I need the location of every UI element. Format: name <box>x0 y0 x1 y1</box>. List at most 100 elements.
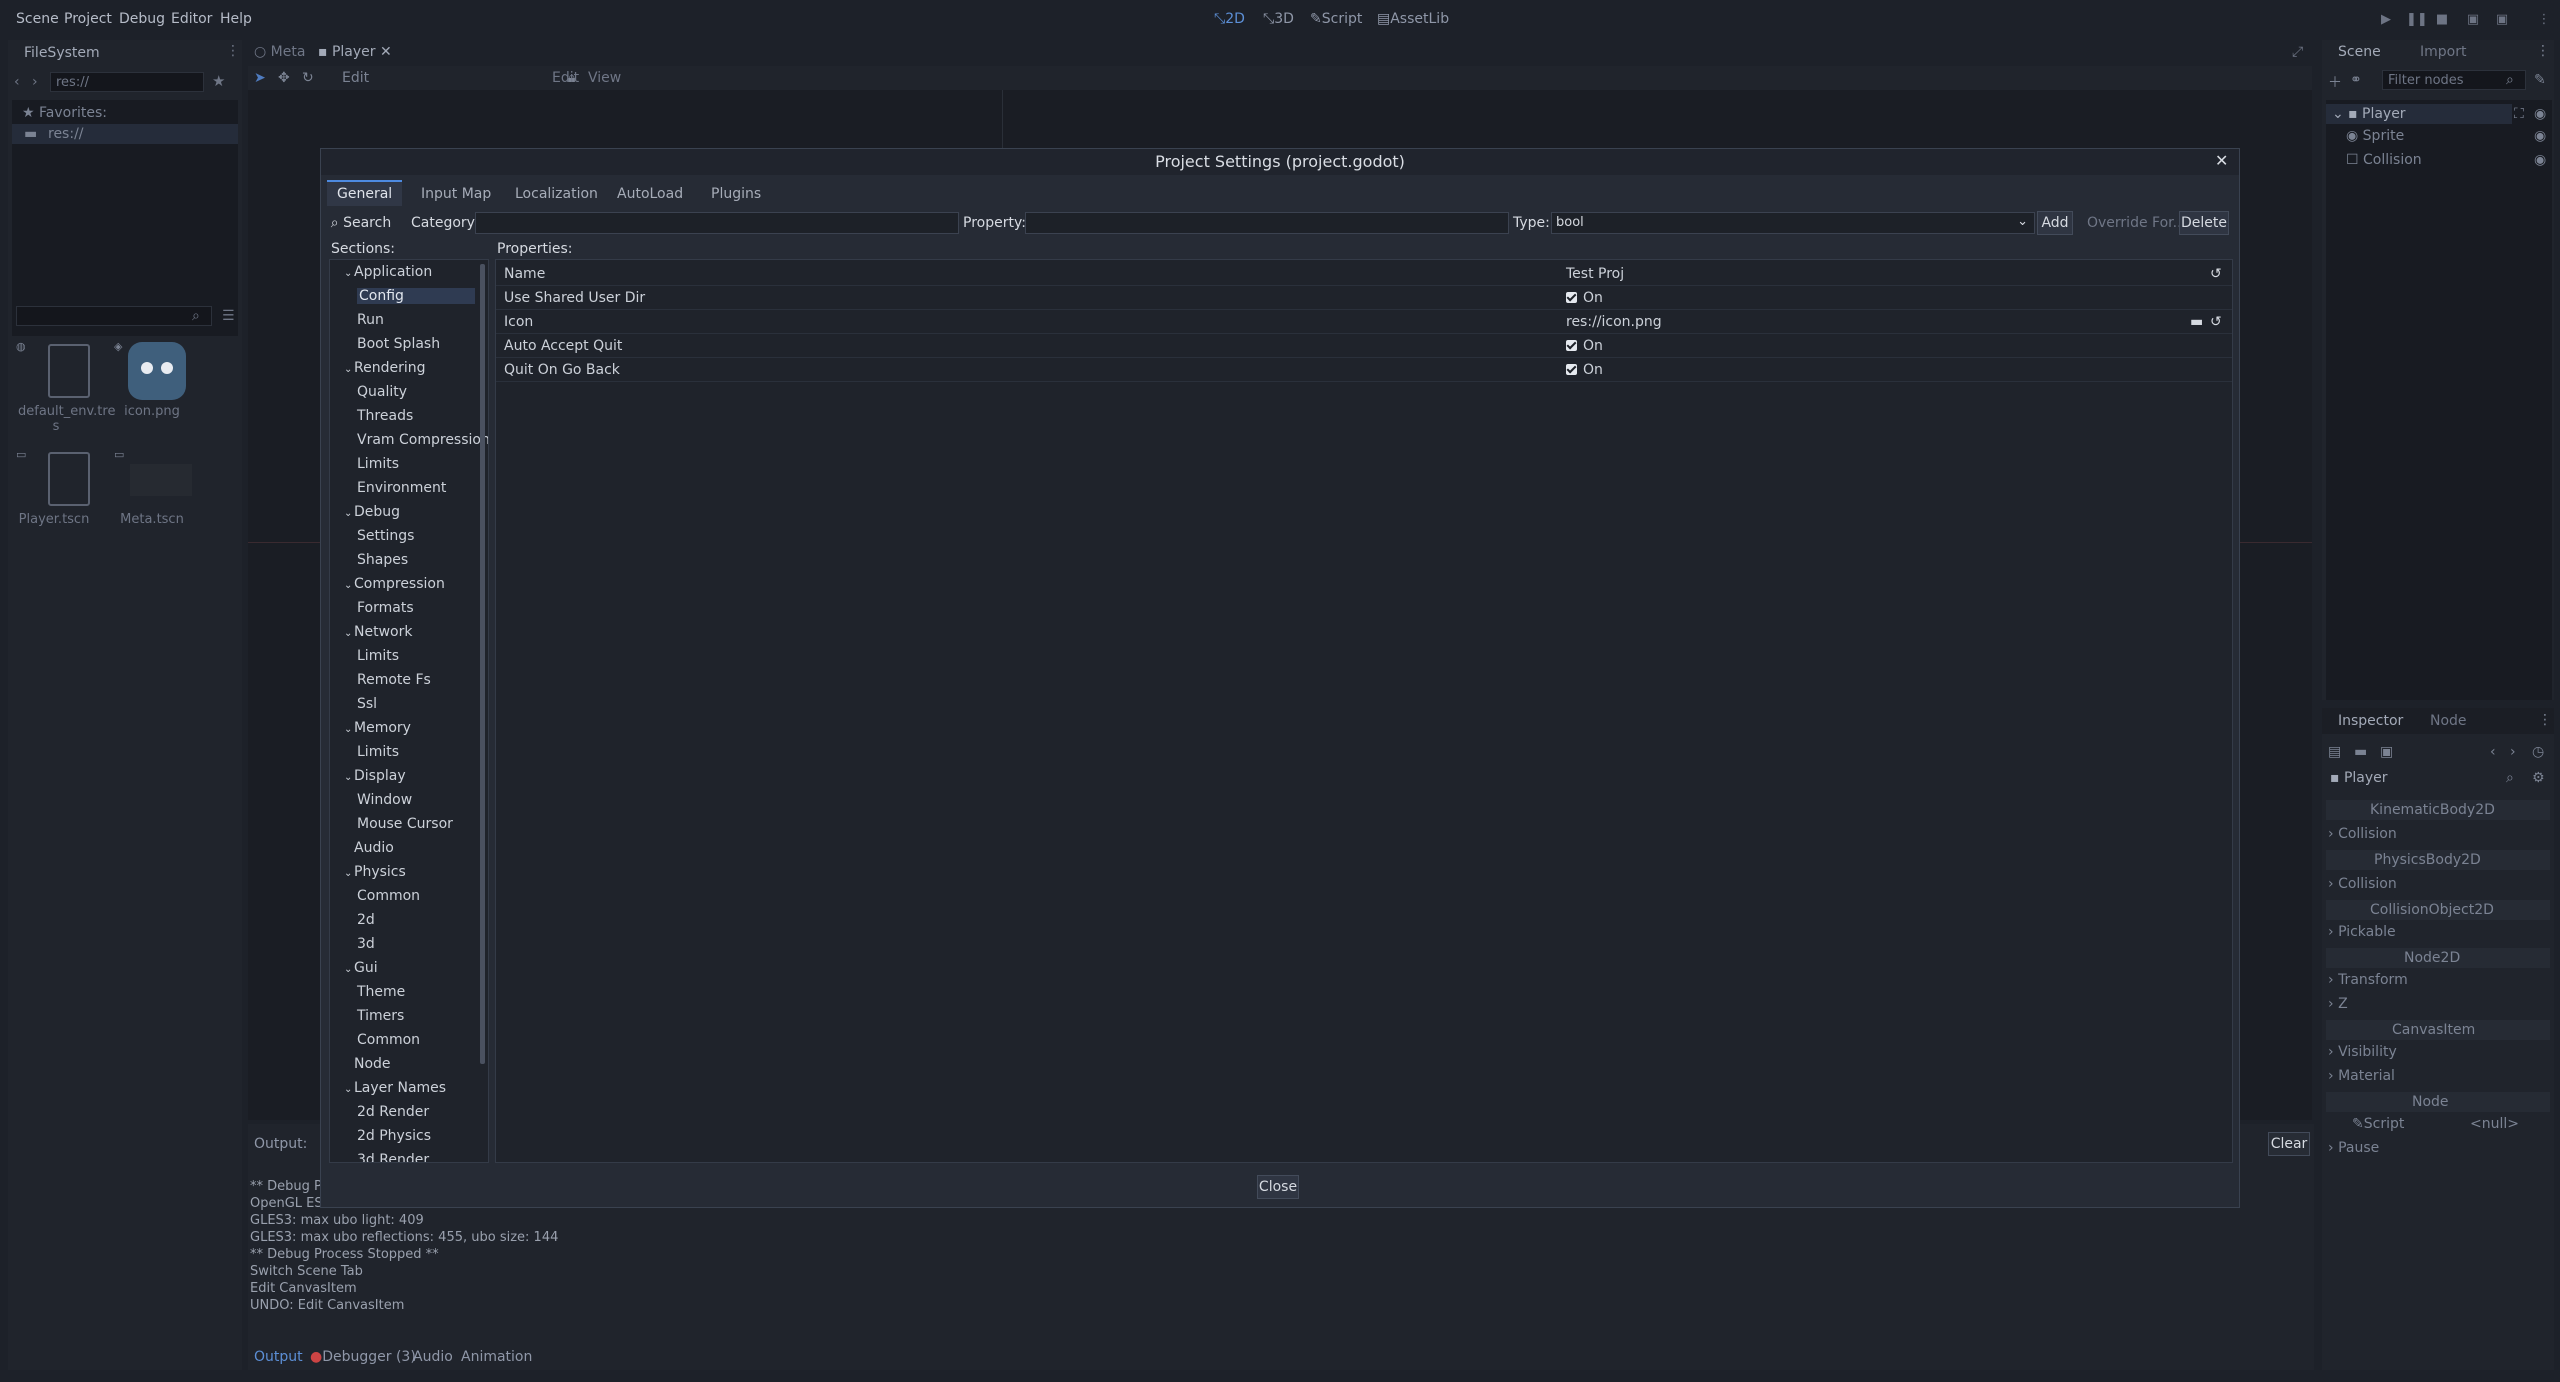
chevron-down-icon[interactable]: ⌄ <box>344 964 354 975</box>
tab-audio[interactable]: Audio <box>413 1349 453 1365</box>
select-tool-icon[interactable]: ➤ <box>254 70 266 86</box>
tab-filesystem[interactable]: FileSystem <box>24 45 100 61</box>
more-icon[interactable]: ⋮ <box>2536 12 2552 28</box>
property-value[interactable]: On <box>1566 338 1603 354</box>
override-for-button[interactable]: Override For... <box>2087 215 2186 231</box>
add-button[interactable]: Add <box>2037 211 2073 235</box>
pause-icon[interactable]: ❚❚ <box>2406 12 2428 28</box>
type-select[interactable]: bool ⌄ <box>1551 212 2035 234</box>
section-item[interactable]: Config <box>357 288 475 304</box>
section-category[interactable]: ⌄ Rendering <box>344 360 426 376</box>
section-visibility[interactable]: › Visibility <box>2328 1044 2397 1060</box>
section-item[interactable]: 3d <box>357 936 375 952</box>
tab-debugger[interactable]: ●Debugger (3) <box>310 1349 416 1365</box>
section-category[interactable]: ⌄ Compression <box>344 576 445 592</box>
section-category[interactable]: ⌄ Gui <box>344 960 378 976</box>
section-item[interactable]: Limits <box>357 744 399 760</box>
tab-node[interactable]: Node <box>2430 713 2467 729</box>
section-category[interactable]: Node <box>344 1056 391 1072</box>
property-value[interactable]: Test Proj <box>1566 266 1624 282</box>
section-item[interactable]: Vram Compression <box>357 432 488 448</box>
chevron-down-icon[interactable]: ⌄ <box>344 772 354 783</box>
tab-animation[interactable]: Animation <box>461 1349 532 1365</box>
tab-scene[interactable]: Scene <box>2338 44 2381 60</box>
history-back-icon[interactable]: ‹ <box>2490 744 2496 760</box>
script-value[interactable]: <null> <box>2470 1116 2519 1132</box>
filesystem-menu-icon[interactable]: ⋮ <box>226 43 240 59</box>
section-category[interactable]: Audio <box>344 840 394 856</box>
open-icon[interactable]: ▬ <box>2354 744 2367 760</box>
section-category[interactable]: ⌄ Physics <box>344 864 406 880</box>
distraction-free-icon[interactable]: ⤢ <box>2292 44 2303 60</box>
toolbar-view[interactable]: View <box>588 70 621 86</box>
section-item[interactable]: Settings <box>357 528 414 544</box>
tab-meta[interactable]: ○ Meta <box>254 44 305 60</box>
section-pause[interactable]: › Pause <box>2328 1140 2379 1156</box>
visibility-icon[interactable]: ◉ <box>2534 128 2546 144</box>
section-item[interactable]: Mouse Cursor <box>357 816 453 832</box>
file-item[interactable]: ▭ Meta.tscn <box>112 448 192 558</box>
tab-input-map[interactable]: Input Map <box>411 182 501 206</box>
visibility-icon[interactable]: ◉ <box>2534 106 2546 122</box>
section-item[interactable]: Common <box>357 888 420 904</box>
chevron-down-icon[interactable]: ⌄ <box>344 364 354 375</box>
workspace-3d[interactable]: ⤡3D <box>1263 11 1294 27</box>
section-item[interactable]: 2d Render <box>357 1104 429 1120</box>
group-icon[interactable]: ⛶ <box>2514 106 2524 122</box>
play-custom-icon[interactable]: ▣ <box>2494 12 2510 28</box>
chevron-down-icon[interactable]: ⌄ <box>344 268 354 279</box>
close-icon[interactable]: ✕ <box>2215 151 2228 170</box>
section-item[interactable]: Run <box>357 312 384 328</box>
property-value[interactable]: On <box>1566 362 1603 378</box>
save-icon[interactable]: ▣ <box>2380 744 2393 760</box>
section-item[interactable]: Remote Fs <box>357 672 431 688</box>
section-collision[interactable]: › Collision <box>2328 826 2397 842</box>
menu-debug[interactable]: Debug <box>119 11 165 27</box>
property-row[interactable]: Name Test Proj ↺ <box>496 264 2232 286</box>
node-row-collision[interactable]: ☐ Collision <box>2346 152 2422 168</box>
section-pickable[interactable]: › Pickable <box>2328 924 2396 940</box>
section-category[interactable]: ⌄ Layer Names <box>344 1080 446 1096</box>
section-category[interactable]: ⌄ Memory <box>344 720 411 736</box>
forward-icon[interactable]: › <box>32 74 38 90</box>
visibility-icon[interactable]: ◉ <box>2534 152 2546 168</box>
node-row-sprite[interactable]: ◉ Sprite <box>2346 128 2404 144</box>
delete-button[interactable]: Delete <box>2179 211 2229 235</box>
section-item[interactable]: Shapes <box>357 552 408 568</box>
section-item[interactable]: Environment <box>357 480 446 496</box>
property-value[interactable]: res://icon.png <box>1566 314 1662 330</box>
section-item[interactable]: Timers <box>357 1008 404 1024</box>
property-input[interactable] <box>1025 212 1509 234</box>
chevron-down-icon[interactable]: ⌄ <box>344 580 354 591</box>
workspace-script[interactable]: ✎Script <box>1310 11 1362 27</box>
section-item[interactable]: Common <box>357 1032 420 1048</box>
property-row[interactable]: Icon res://icon.png ↺ ▬ <box>496 312 2232 334</box>
revert-icon[interactable]: ↺ <box>2210 266 2222 282</box>
tab-localization[interactable]: Localization <box>505 182 608 206</box>
section-collision[interactable]: › Collision <box>2328 876 2397 892</box>
clear-button[interactable]: Clear <box>2268 1132 2310 1156</box>
workspace-assetlib[interactable]: ▤AssetLib <box>1377 11 1449 27</box>
stop-icon[interactable]: ■ <box>2434 12 2450 28</box>
search-icon[interactable]: ⌕ <box>2506 770 2514 786</box>
file-item[interactable]: ▭ Player.tscn <box>14 448 94 558</box>
favorites-row[interactable]: ★ Favorites: <box>22 105 107 121</box>
tab-player[interactable]: ▪ Player ✕ <box>318 44 392 60</box>
add-node-icon[interactable]: ＋ <box>2328 72 2342 92</box>
node-row-player[interactable]: ⌄ ▪ Player <box>2326 104 2512 124</box>
section-item[interactable]: Limits <box>357 456 399 472</box>
section-category[interactable]: ⌄ Debug <box>344 504 400 520</box>
path-input[interactable]: res:// <box>50 72 204 92</box>
section-item[interactable]: Quality <box>357 384 407 400</box>
section-item[interactable]: Formats <box>357 600 414 616</box>
res-row[interactable]: ▬ res:// <box>12 124 238 144</box>
history-icon[interactable]: ◷ <box>2532 744 2544 760</box>
section-category[interactable]: ⌄ Display <box>344 768 406 784</box>
rotate-tool-icon[interactable]: ↻ <box>302 70 314 86</box>
folder-icon[interactable]: ▬ <box>2190 314 2203 330</box>
section-material[interactable]: › Material <box>2328 1068 2395 1084</box>
property-value[interactable]: On <box>1566 290 1603 306</box>
favorite-star-icon[interactable]: ★ <box>212 72 225 90</box>
menu-scene[interactable]: Scene <box>16 11 59 27</box>
revert-icon[interactable]: ↺ <box>2210 314 2222 330</box>
